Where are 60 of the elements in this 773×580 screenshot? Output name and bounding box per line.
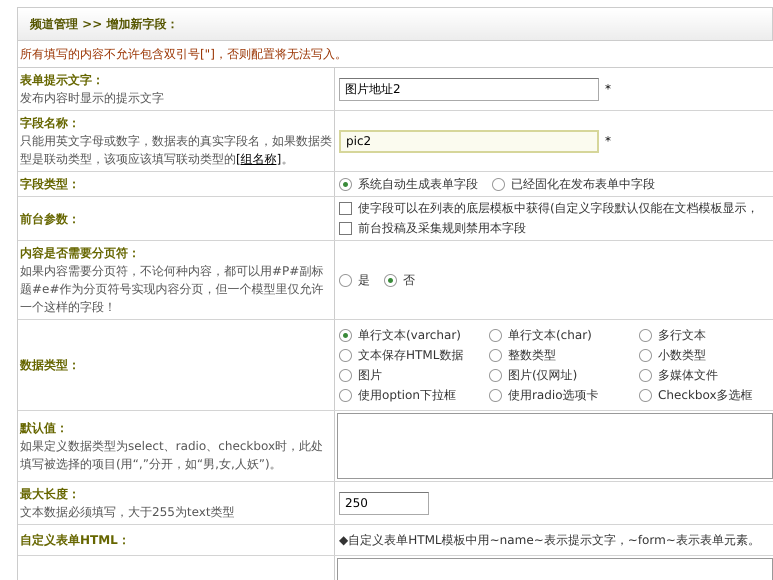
radio-label: 单行文本(varchar) <box>358 326 461 344</box>
radio-button[interactable] <box>639 328 652 342</box>
checkbox-label: 前台投稿及采集规则禁用本字段 <box>358 220 526 237</box>
field-label: 字段类型： <box>20 176 81 193</box>
input-field[interactable]: 250 <box>339 492 429 514</box>
radio-button[interactable] <box>489 368 502 382</box>
radio-label: 是 <box>358 272 370 288</box>
radio-label: 单行文本(char) <box>508 326 592 344</box>
radio-label: 小数类型 <box>658 346 706 364</box>
field-label: 默认值： <box>20 420 69 437</box>
radio-label: Checkbox多选框 <box>658 386 753 404</box>
radio-label: 整数类型 <box>508 346 556 364</box>
input-field[interactable]: 图片地址2 <box>339 78 599 100</box>
radio-button[interactable] <box>492 178 505 190</box>
radio-label: 使用radio选项卡 <box>508 386 599 404</box>
radio-button[interactable] <box>339 274 352 286</box>
radio-button[interactable] <box>339 388 352 402</box>
radio-button[interactable] <box>384 274 397 286</box>
radio-label: 多媒体文件 <box>658 366 718 384</box>
radio-label: 系统自动生成表单字段 <box>358 176 478 192</box>
notice-text: 所有填写的内容不允许包含双引号["]，否则配置将无法写入。 <box>18 41 773 68</box>
radio-button[interactable] <box>639 368 652 382</box>
radio-button[interactable] <box>339 178 352 190</box>
field-label: 字段名称： <box>20 115 81 132</box>
required-mark: * <box>605 82 611 96</box>
breadcrumb-title: 频道管理 >> 增加新字段： <box>30 16 178 32</box>
checkbox[interactable] <box>339 202 352 215</box>
field-label: 前台参数： <box>20 210 81 228</box>
radio-label: 多行文本 <box>658 326 706 344</box>
group-name-link[interactable]: [组名称] <box>236 152 282 166</box>
radio-button[interactable] <box>339 348 352 362</box>
radio-label: 否 <box>403 272 415 288</box>
radio-button[interactable] <box>489 348 502 362</box>
input-field[interactable]: pic2 <box>339 130 599 152</box>
radio-button[interactable] <box>489 388 502 402</box>
radio-button[interactable] <box>339 368 352 382</box>
field-description: 只能用英文字母或数字，数据表的真实字段名，如果数据类型是联动类型，该项应该填写联动类型的[组名称]。 <box>20 133 332 168</box>
radio-label: 使用option下拉框 <box>358 386 456 404</box>
text-area[interactable] <box>337 413 773 479</box>
radio-label: 已经固化在发布表单中字段 <box>511 176 655 192</box>
field-label: 数据类型： <box>20 357 81 374</box>
radio-label: 图片 <box>358 366 382 384</box>
hint-text: ◆自定义表单HTML模板中用~name~表示提示文字，~form~表示表单元素。 <box>339 532 760 548</box>
radio-label: 图片(仅网址) <box>508 366 578 384</box>
radio-button[interactable] <box>639 388 652 402</box>
field-description: 文本数据必须填写，大于255为text类型 <box>20 504 236 521</box>
field-label: 自定义表单HTML： <box>20 532 131 549</box>
checkbox[interactable] <box>339 222 352 235</box>
radio-label: 文本保存HTML数据 <box>358 346 464 364</box>
field-label: 表单提示文字： <box>20 72 105 89</box>
field-description: 如果内容需要分页符，不论何种内容，都可以用#P#副标题#e#作为分页符号实现内容分页，但一个模型里仅允许一个这样的字段！ <box>20 263 324 316</box>
radio-button[interactable] <box>639 348 652 362</box>
field-description: 如果定义数据类型为select、radio、checkbox时，此处填写被选择的项目(用“,”分开，如“男,女,人妖”)。 <box>20 438 324 473</box>
radio-button[interactable] <box>489 328 502 342</box>
field-label: 内容是否需要分页符： <box>20 245 141 262</box>
field-description: 发布内容时显示的提示文字 <box>20 90 165 107</box>
field-label: 最大长度： <box>20 486 81 503</box>
required-mark: * <box>605 134 611 148</box>
radio-button[interactable] <box>339 328 352 342</box>
checkbox-label: 使字段可以在列表的底层模板中获得(自定义字段默认仅能在文档模板显示， <box>358 200 759 217</box>
